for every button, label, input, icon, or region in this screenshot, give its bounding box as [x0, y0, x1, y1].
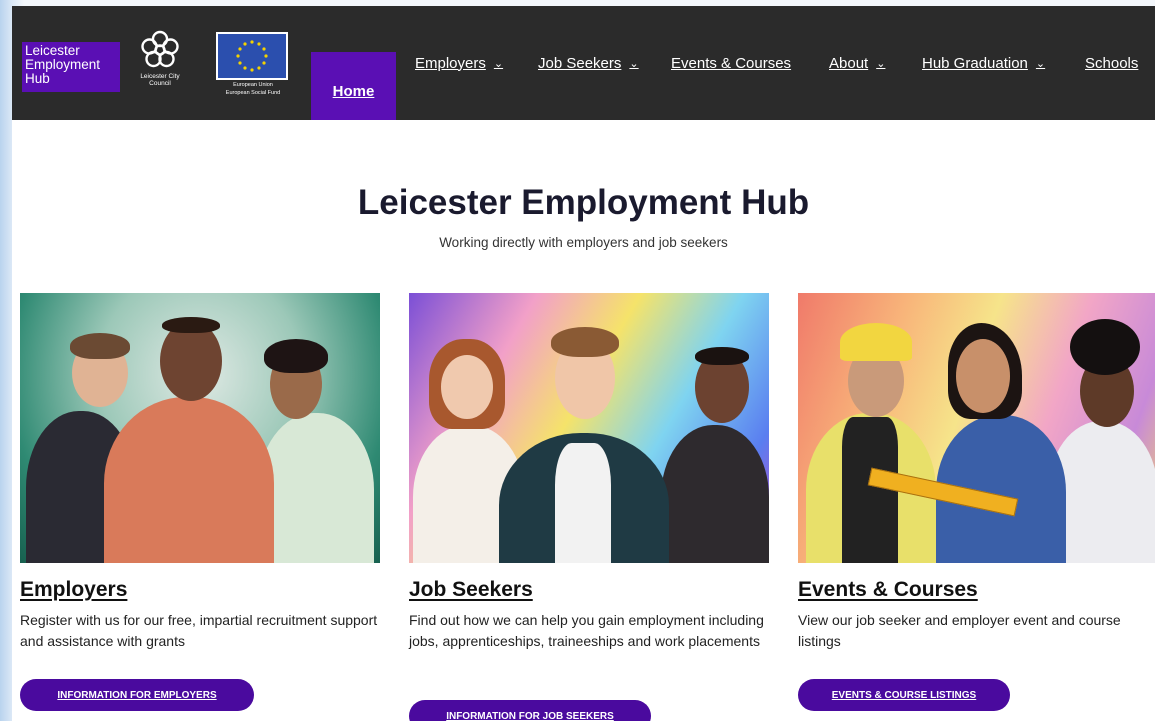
card-description-job-seekers: Find out how we can help you gain employ… — [409, 612, 764, 649]
nav-item-job-seekers[interactable]: Job Seekers ⌄ — [538, 6, 639, 120]
nav-item-hub-graduation[interactable]: Hub Graduation ⌄ — [922, 6, 1045, 120]
job-seekers-photo[interactable] — [409, 293, 769, 563]
chevron-down-icon: ⌄ — [1035, 57, 1046, 70]
cinquefoil-icon — [141, 30, 179, 68]
nav-item-about[interactable]: About ⌄ — [829, 6, 885, 120]
card-employers: Employers Register with us for our free,… — [20, 293, 384, 711]
nav-item-schools-label: Schools — [1085, 54, 1139, 72]
leicester-city-council-logo[interactable]: Leicester City Council — [130, 30, 190, 104]
card-description-employers: Register with us for our free, impartial… — [20, 612, 378, 649]
nav-item-employers-label: Employers — [415, 54, 486, 72]
council-logo-text: Leicester City Council — [140, 73, 180, 87]
events-courses-photo[interactable] — [798, 293, 1155, 563]
nav-item-employers[interactable]: Employers ⌄ — [415, 6, 503, 120]
chevron-down-icon: ⌄ — [629, 57, 639, 70]
browser-viewport: Leicester Employment Hub Leicester City … — [12, 6, 1155, 721]
european-union-logo[interactable]: European Union European Social Fund — [216, 32, 290, 116]
information-for-employers-button[interactable]: INFORMATION FOR EMPLOYERS — [20, 679, 254, 711]
eu-logo-subtext: European Social Fund — [225, 90, 281, 96]
nav-item-schools[interactable]: Schools — [1085, 6, 1138, 120]
eu-logo-text: European Union — [233, 82, 273, 88]
card-title-job-seekers[interactable]: Job Seekers — [409, 578, 773, 602]
chevron-down-icon: ⌄ — [876, 57, 886, 70]
card-events-courses: Events & Courses View our job seeker and… — [798, 293, 1155, 711]
chevron-down-icon: ⌄ — [493, 57, 504, 70]
leicester-employment-hub-logo[interactable]: Leicester Employment Hub — [22, 42, 120, 92]
nav-item-about-label: About — [829, 54, 869, 72]
page-subtitle: Working directly with employers and job … — [439, 235, 728, 250]
eu-flag-icon — [216, 32, 288, 80]
card-job-seekers: Job Seekers Find out how we can help you… — [409, 293, 773, 721]
card-title-employers[interactable]: Employers — [20, 578, 384, 602]
nav-item-events-courses-label: Events & Courses — [671, 54, 792, 72]
page-title: Leicester Employment Hub — [357, 183, 810, 222]
nav-item-home-label: Home — [332, 82, 375, 100]
employers-photo[interactable] — [20, 293, 380, 563]
nav-item-home[interactable]: Home — [311, 52, 396, 120]
nav-item-job-seekers-label: Job Seekers — [538, 54, 622, 72]
card-title-events-courses[interactable]: Events & Courses — [798, 578, 1155, 602]
card-description-events-courses: View our job seeker and employer event a… — [798, 612, 1121, 649]
nav-item-hub-graduation-label: Hub Graduation — [922, 54, 1028, 72]
site-header: Leicester Employment Hub Leicester City … — [12, 6, 1155, 120]
information-for-job-seekers-button[interactable]: INFORMATION FOR JOB SEEKERS — [409, 700, 651, 721]
nav-item-events-courses[interactable]: Events & Courses — [671, 6, 791, 120]
events-course-listings-button[interactable]: EVENTS & COURSE LISTINGS — [798, 679, 1010, 711]
